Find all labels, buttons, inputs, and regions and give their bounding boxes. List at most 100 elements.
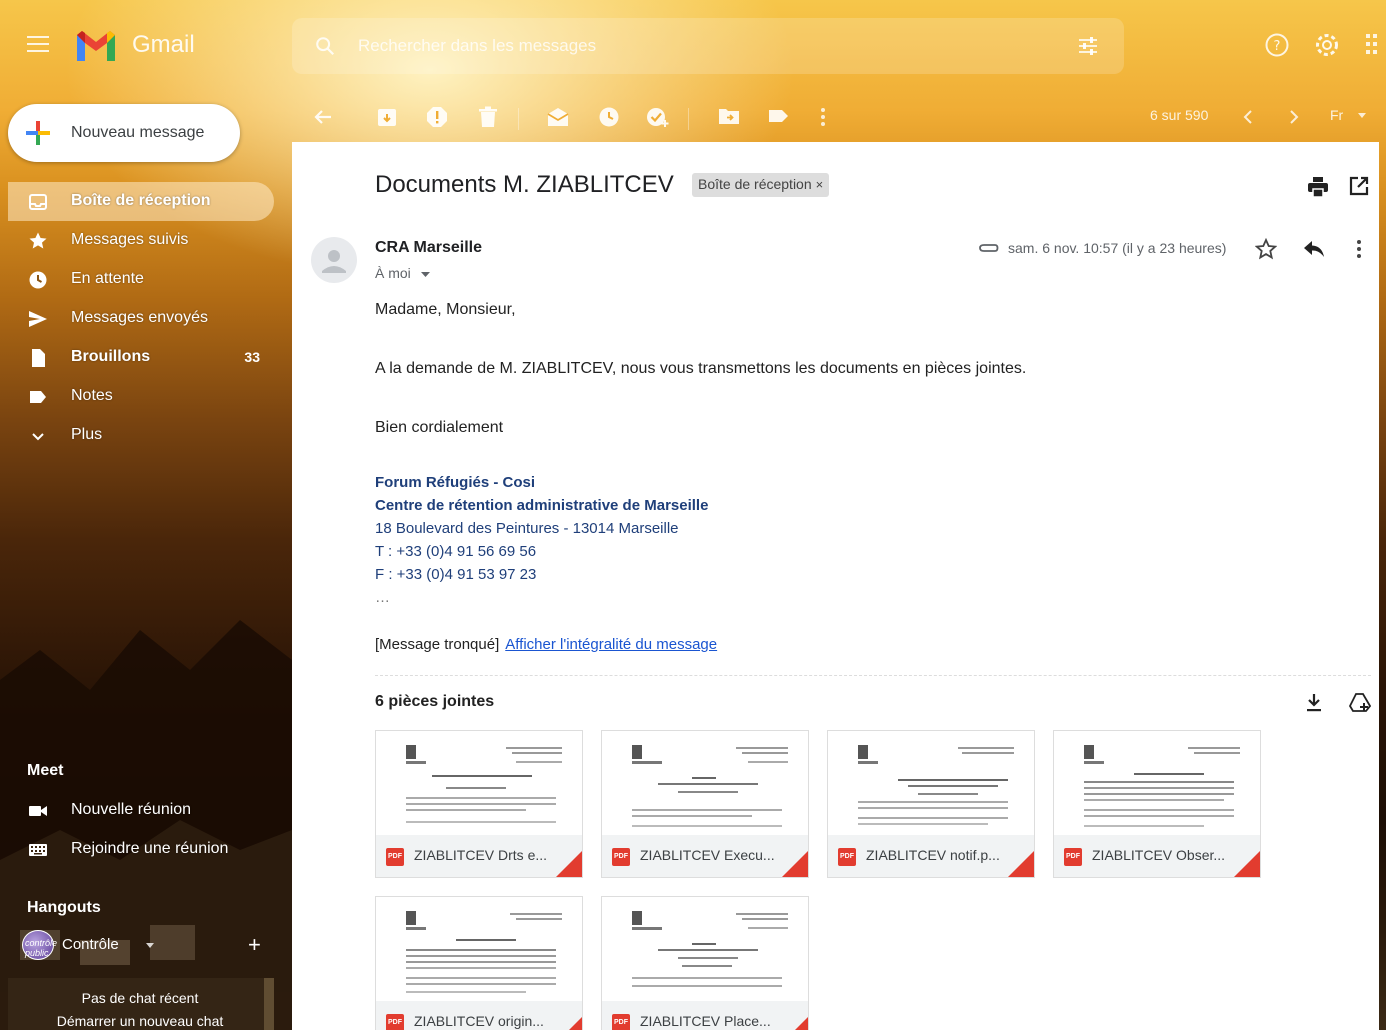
pdf-preview-thumbnail — [828, 731, 1034, 835]
sidebar-item-label: Plus — [71, 426, 103, 443]
sidebar-item-notes[interactable]: Notes — [8, 377, 292, 416]
signature-phone: T : +33 (0)4 91 56 69 56 — [375, 543, 537, 560]
attachment-filename: ZIABLITCEV origin... — [414, 1013, 544, 1029]
sender-avatar[interactable] — [311, 237, 357, 283]
sidebar-item-snoozed[interactable]: En attente — [8, 260, 292, 299]
drafts-count-badge: 33 — [244, 349, 260, 365]
snooze-clock-icon[interactable] — [598, 106, 620, 128]
signature-address: 18 Boulevard des Peintures - 13014 Marse… — [375, 520, 679, 537]
truncated-notice: [Message tronqué] Afficher l'intégralité … — [375, 636, 717, 653]
attachment-card[interactable]: PDF ZIABLITCEV Execu... — [601, 730, 809, 878]
chevron-left-icon[interactable] — [1242, 108, 1254, 126]
attachment-filename: ZIABLITCEV Execu... — [640, 847, 775, 863]
attachment-filename: ZIABLITCEV Drts e... — [414, 847, 548, 863]
label-tag-icon[interactable] — [768, 106, 790, 126]
attachment-card[interactable]: PDF ZIABLITCEV Obser... — [1053, 730, 1261, 878]
search-bar[interactable] — [292, 18, 1124, 74]
compose-button[interactable]: Nouveau message — [8, 104, 240, 162]
message-body-line: A la demande de M. ZIABLITCEV, nous vous… — [375, 360, 1027, 377]
pdf-corner-fold-icon — [556, 851, 582, 877]
hangouts-user-switcher[interactable]: contrôle public Contrôle + — [22, 930, 292, 960]
message-greeting: Madame, Monsieur, — [375, 301, 516, 318]
sidebar-item-starred[interactable]: Messages suivis — [8, 221, 292, 260]
attachment-card[interactable]: PDF ZIABLITCEV notif.p... — [827, 730, 1035, 878]
reply-icon[interactable] — [1303, 240, 1325, 258]
pdf-preview-thumbnail — [602, 897, 808, 1001]
message-more-options-icon[interactable] — [1356, 239, 1362, 259]
sidebar-item-label: Boîte de réception — [71, 192, 211, 209]
report-spam-icon[interactable] — [426, 106, 448, 128]
star-outline-icon[interactable] — [1255, 238, 1277, 260]
back-arrow-icon[interactable] — [312, 106, 334, 128]
sidebar-item-inbox[interactable]: Boîte de réception — [8, 182, 274, 221]
send-icon — [29, 311, 47, 327]
chevron-down-icon — [32, 433, 44, 441]
move-to-folder-icon[interactable] — [718, 106, 740, 126]
sidebar-item-more[interactable]: Plus — [8, 416, 292, 455]
settings-gear-icon[interactable] — [1314, 32, 1340, 58]
signature-organization: Forum Réfugiés - Cosi — [375, 474, 536, 491]
gmail-logo-icon[interactable] — [74, 27, 118, 63]
main-menu-icon[interactable] — [27, 36, 49, 54]
save-to-drive-icon[interactable] — [1349, 692, 1371, 712]
show-full-message-link[interactable]: Afficher l'intégralité du message — [505, 636, 717, 653]
sidebar-nav: Boîte de réception Messages suivis En at… — [8, 182, 292, 455]
keyboard-icon — [29, 844, 47, 856]
avatar: contrôle public — [22, 930, 58, 960]
attachment-card[interactable]: PDF ZIABLITCEV Drts e... — [375, 730, 583, 878]
print-icon[interactable] — [1307, 176, 1329, 198]
join-meeting-label: Rejoindre une réunion — [71, 840, 229, 857]
caret-down-icon[interactable] — [1358, 113, 1366, 119]
sidebar-item-label: Messages envoyés — [71, 309, 208, 326]
pdf-corner-fold-icon — [782, 851, 808, 877]
more-options-vertical-icon[interactable] — [820, 106, 826, 128]
pdf-corner-fold-icon — [782, 1017, 808, 1030]
attachments-divider — [375, 675, 1371, 676]
signature-ellipsis: … — [375, 589, 390, 606]
meet-section-title: Meet — [27, 762, 64, 779]
no-recent-chat-text: Pas de chat récent — [81, 990, 199, 1006]
new-meeting-button[interactable]: Nouvelle réunion — [8, 791, 292, 830]
draft-file-icon — [32, 349, 45, 367]
delete-trash-icon[interactable] — [478, 106, 498, 128]
attachment-card[interactable]: PDF ZIABLITCEV Place... — [601, 896, 809, 1030]
compose-label: Nouveau message — [71, 124, 205, 141]
attachment-footer: PDF ZIABLITCEV Place... — [602, 1001, 808, 1030]
search-icon[interactable] — [314, 35, 336, 57]
download-all-icon[interactable] — [1305, 693, 1323, 713]
remove-label-icon[interactable]: × — [816, 177, 824, 192]
search-input[interactable] — [358, 34, 1058, 58]
recipient-text: À moi — [375, 265, 411, 281]
pdf-file-icon: PDF — [386, 848, 404, 866]
apps-grid-icon[interactable] — [1364, 32, 1378, 58]
sidebar-item-sent[interactable]: Messages envoyés — [8, 299, 292, 338]
avatar-text: contrôle public — [25, 938, 58, 958]
attachment-card[interactable]: PDF ZIABLITCEV origin... — [375, 896, 583, 1030]
help-icon[interactable]: ? — [1264, 32, 1290, 58]
sidebar-item-drafts[interactable]: Brouillons 33 — [8, 338, 292, 377]
join-meeting-button[interactable]: Rejoindre une réunion — [8, 830, 292, 869]
pdf-preview-thumbnail — [1054, 731, 1260, 835]
chevron-right-icon[interactable] — [1288, 108, 1300, 126]
inbox-icon — [29, 194, 47, 210]
mark-unread-icon[interactable] — [546, 106, 570, 128]
pdf-preview-thumbnail — [602, 731, 808, 835]
archive-icon[interactable] — [376, 106, 398, 128]
search-options-icon[interactable] — [1076, 34, 1100, 58]
top-bar: Gmail ? — [0, 0, 1386, 92]
sender-name[interactable]: CRA Marseille — [375, 239, 482, 257]
sidebar-item-label: Brouillons — [71, 348, 151, 365]
pdf-file-icon: PDF — [1064, 848, 1082, 866]
open-in-new-window-icon[interactable] — [1349, 176, 1369, 196]
inbox-label-chip[interactable]: Boîte de réception × — [692, 173, 830, 197]
recipient-details-toggle[interactable]: À moi — [375, 265, 430, 281]
truncated-text: [Message tronqué] — [375, 636, 500, 653]
signature-center: Centre de rétention administrative de Ma… — [375, 497, 709, 514]
label-icon — [30, 391, 46, 403]
add-to-tasks-icon[interactable] — [646, 106, 670, 128]
new-chat-plus-icon[interactable]: + — [248, 932, 261, 958]
pagination-counter: 6 sur 590 — [1150, 107, 1209, 123]
input-language-selector[interactable]: Fr — [1330, 107, 1343, 123]
label-chip-text: Boîte de réception — [698, 176, 812, 192]
start-new-chat-link[interactable]: Démarrer un nouveau chat — [8, 1013, 272, 1029]
